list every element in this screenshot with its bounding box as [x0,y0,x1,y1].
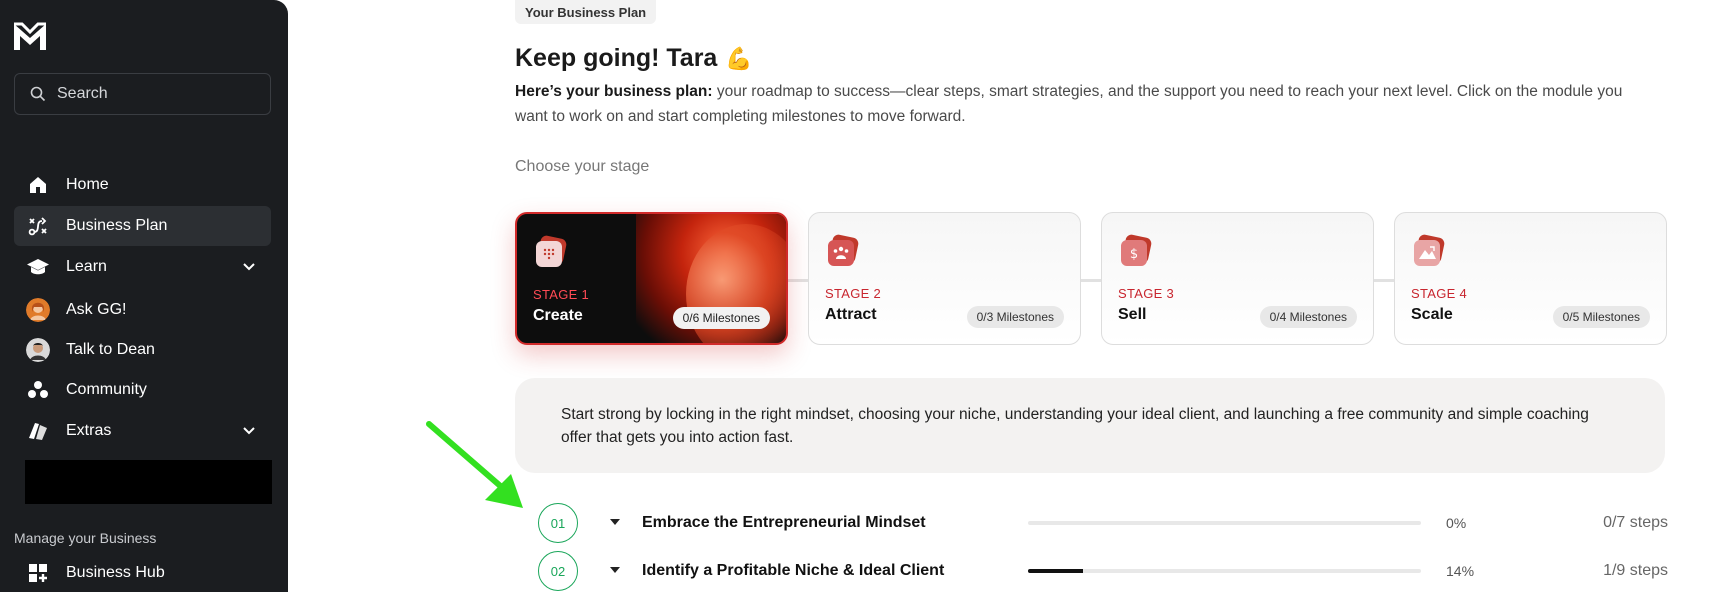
sidebar-item-business-hub[interactable]: Business Hub [14,553,271,592]
main-content: Your Business Plan Keep going! Tara 💪 He… [288,0,1719,592]
sidebar-item-label: Home [66,176,109,193]
steps-count: 1/9 steps [1603,562,1668,579]
search-placeholder: Search [57,85,108,102]
graduation-cap-icon [26,255,50,279]
module-title[interactable]: Identify a Profitable Niche & Ideal Clie… [642,562,944,580]
stage-connector [1081,279,1101,282]
milestones-badge: 0/5 Milestones [1552,306,1650,328]
sidebar-item-label: Ask GG! [66,301,127,318]
dollar-stage-icon: $ [1121,234,1152,266]
module-title[interactable]: Embrace the Entrepreneurial Mindset [642,514,926,532]
mountain-stage-icon [1414,234,1445,266]
stage-label: STAGE 2 [825,286,882,301]
greeting-text: Keep going! Tara [515,44,718,72]
caret-down-icon[interactable] [610,567,620,573]
page-title: Keep going! Tara 💪 [515,44,753,73]
sidebar-item-extras[interactable]: Extras [14,411,271,451]
progress-bar [1028,569,1421,573]
home-icon [26,173,50,197]
sidebar-item-label: Business Plan [66,217,168,234]
search-icon [30,86,46,102]
ask-gg-avatar [26,298,50,322]
sidebar-item-business-plan[interactable]: Business Plan [14,206,271,246]
stage-name: Scale [1411,306,1453,323]
redacted-block [25,460,272,504]
route-icon [26,214,50,238]
community-icon [26,378,50,402]
stage-label: STAGE 4 [1411,286,1468,301]
sidebar-item-label: Learn [66,258,107,275]
caret-down-icon[interactable] [610,519,620,525]
sidebar-item-ask-gg[interactable]: Ask GG! [14,290,271,330]
stage-name: Sell [1118,306,1147,323]
module-row[interactable]: 01 Embrace the Entrepreneurial Mindset 0… [538,503,1668,543]
module-row[interactable]: 02 Identify a Profitable Niche & Ideal C… [538,551,1668,591]
green-arrow-annotation [426,421,523,508]
chevron-down-icon[interactable] [241,259,257,275]
sidebar-item-learn[interactable]: Learn [14,247,271,287]
milestones-badge: 0/3 Milestones [966,306,1064,328]
app: Search Home Business Plan Learn Ask GG! … [0,0,1719,592]
stage-card-sell[interactable]: $ STAGE 3 Sell 0/4 Milestones [1101,212,1374,345]
stage-label: STAGE 1 [533,287,590,302]
dean-avatar [26,338,50,362]
progress-percent: 14% [1446,563,1475,579]
stage-name: Create [533,307,583,324]
sidebar-item-community[interactable]: Community [14,370,271,410]
stage-name: Attract [825,306,877,323]
module-number: 02 [538,551,578,591]
progress-percent: 0% [1446,515,1467,531]
stage-label: STAGE 3 [1118,286,1175,301]
svg-text:$: $ [1130,247,1138,262]
search-input[interactable]: Search [14,73,271,115]
section-label-manage: Manage your Business [14,530,157,546]
stage-connector [1374,279,1394,282]
stage-description: Start strong by locking in the right min… [515,378,1665,473]
stage-connector [788,279,808,282]
stage-card-scale[interactable]: STAGE 4 Scale 0/5 Milestones [1394,212,1667,345]
sidebar-item-label: Talk to Dean [66,341,155,358]
sidebar-item-home[interactable]: Home [14,165,271,205]
attract-stage-icon [828,234,859,266]
chevron-down-icon[interactable] [241,423,257,439]
sidebar: Search Home Business Plan Learn Ask GG! … [0,0,288,592]
sidebar-item-label: Business Hub [66,564,165,581]
milestones-badge: 0/4 Milestones [1259,306,1357,328]
progress-fill [1028,569,1084,573]
create-stage-icon [536,235,567,267]
progress-bar [1028,521,1421,525]
milestones-badge: 0/6 Milestones [672,307,770,329]
sidebar-item-label: Community [66,381,147,398]
extras-icon [26,419,50,443]
stage-card-attract[interactable]: STAGE 2 Attract 0/3 Milestones [808,212,1081,345]
flexed-biceps-icon: 💪 [725,45,753,71]
choose-stage-label: Choose your stage [515,158,650,175]
sidebar-item-talk-to-dean[interactable]: Talk to Dean [14,330,271,370]
grid-plus-icon [26,561,50,585]
stage-card-create[interactable]: STAGE 1 Create 0/6 Milestones [515,212,788,345]
module-number: 01 [538,503,578,543]
intro-text: Here’s your business plan: your roadmap … [515,79,1655,129]
page-tag: Your Business Plan [515,0,657,24]
logo-icon[interactable] [12,20,48,54]
sidebar-item-label: Extras [66,422,112,439]
intro-bold: Here’s your business plan: [515,83,713,100]
steps-count: 0/7 steps [1603,514,1668,531]
